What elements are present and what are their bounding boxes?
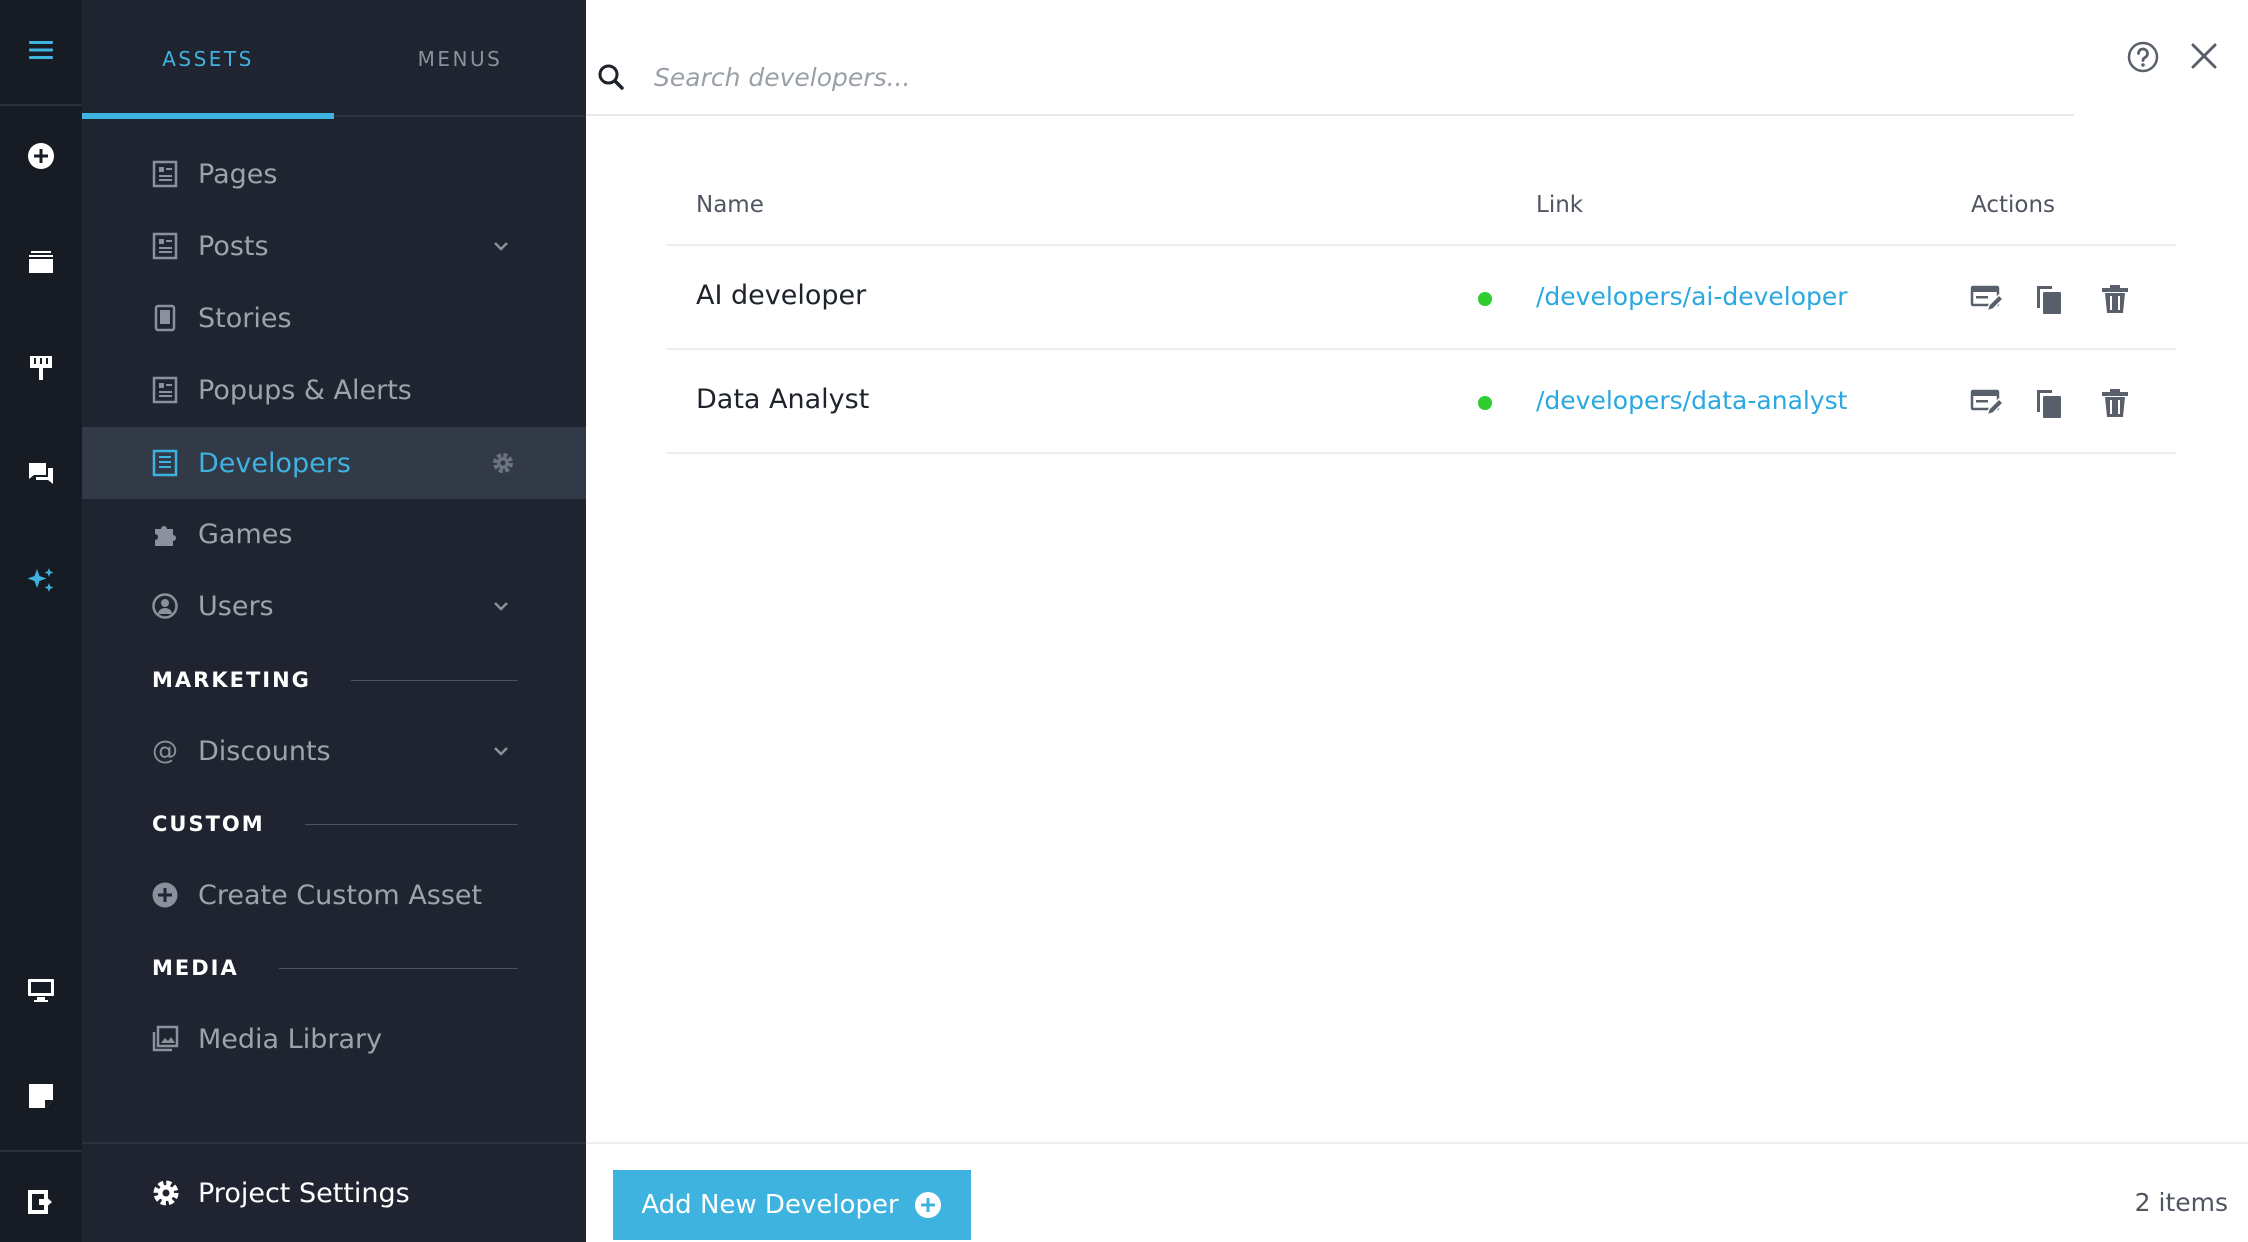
item-count: 2 items	[2134, 1188, 2228, 1217]
sidebar-item-pages[interactable]: Pages	[82, 138, 586, 210]
document-icon	[150, 448, 180, 478]
menu-icon[interactable]	[0, 20, 82, 80]
status-dot	[1478, 396, 1492, 410]
sidebar-item-label: Users	[198, 590, 274, 622]
chat-icon[interactable]	[0, 444, 82, 504]
panel-tabs: ASSETS MENUS	[82, 0, 586, 119]
sidebar-item-discounts[interactable]: @ Discounts	[82, 715, 586, 787]
table-row[interactable]: AI developer /developers/ai-developer	[666, 246, 2176, 350]
edit-icon[interactable]	[1969, 282, 2003, 316]
document-icon	[150, 159, 180, 189]
section-marketing: MARKETING	[152, 665, 532, 695]
section-title: MEDIA	[152, 956, 239, 980]
chevron-down-icon[interactable]	[490, 595, 512, 617]
sidebar-item-label: Discounts	[198, 735, 331, 767]
add-circle-icon	[914, 1192, 941, 1218]
section-media: MEDIA	[152, 953, 532, 983]
add-new-developer-button[interactable]: Add New Developer	[613, 1170, 971, 1240]
sidebar-item-stories[interactable]: Stories	[82, 282, 586, 354]
tab-menus[interactable]: MENUS	[334, 0, 586, 117]
section-divider	[278, 967, 518, 969]
section-divider	[350, 679, 518, 681]
sidebar-item-label: Games	[198, 518, 293, 550]
search-icon	[598, 64, 624, 90]
sidebar-item-label: Developers	[198, 447, 351, 479]
sidebar-item-label: Media Library	[198, 1023, 383, 1055]
logout-icon[interactable]	[0, 1172, 82, 1232]
row-link[interactable]: /developers/data-analyst	[1536, 386, 1847, 415]
sidebar-item-label: Stories	[198, 302, 292, 334]
rail-divider	[0, 1150, 82, 1152]
gear-icon	[153, 1180, 179, 1206]
chevron-down-icon[interactable]	[490, 235, 512, 257]
tab-assets[interactable]: ASSETS	[82, 0, 334, 119]
project-settings-label: Project Settings	[198, 1177, 410, 1209]
puzzle-icon	[150, 519, 180, 549]
user-circle-icon	[150, 591, 180, 621]
row-link[interactable]: /developers/ai-developer	[1536, 282, 1848, 311]
paint-roller-icon[interactable]	[0, 338, 82, 398]
add-circle-icon	[150, 880, 180, 910]
status-dot	[1478, 292, 1492, 306]
monitor-icon[interactable]	[0, 960, 82, 1020]
help-icon[interactable]	[2126, 40, 2160, 74]
document-icon	[150, 231, 180, 261]
add-button-label: Add New Developer	[641, 1190, 899, 1220]
icon-rail	[0, 0, 82, 1242]
rail-divider	[0, 104, 82, 106]
main-content: Name Link Actions AI developer /develope…	[586, 0, 2248, 1242]
duplicate-icon[interactable]	[2032, 282, 2066, 316]
table-header: Name Link Actions	[666, 170, 2176, 246]
sidebar-item-label: Create Custom Asset	[198, 879, 483, 911]
svg-text:@: @	[152, 737, 178, 765]
sidebar-item-media-library[interactable]: Media Library	[82, 1003, 586, 1075]
row-name[interactable]: AI developer	[696, 280, 866, 311]
add-circle-icon[interactable]	[0, 126, 82, 186]
at-icon: @	[150, 736, 180, 766]
column-header-actions: Actions	[1971, 192, 2056, 218]
images-icon	[150, 1024, 180, 1054]
section-title: MARKETING	[152, 668, 311, 692]
close-icon[interactable]	[2188, 40, 2220, 72]
row-name[interactable]: Data Analyst	[696, 384, 869, 415]
phone-document-icon	[150, 303, 180, 333]
sidebar-item-create-custom-asset[interactable]: Create Custom Asset	[82, 859, 586, 931]
column-header-name: Name	[696, 192, 764, 218]
sidebar-item-games[interactable]: Games	[82, 498, 586, 570]
search-bar	[586, 40, 2074, 116]
sidebar-item-label: Pages	[198, 158, 278, 190]
trash-icon[interactable]	[2098, 386, 2132, 420]
sidebar-item-users[interactable]: Users	[82, 570, 586, 642]
assets-panel: ASSETS MENUS Pages Posts Stories Popups …	[82, 0, 586, 1242]
section-custom: CUSTOM	[152, 809, 532, 839]
footer-bar: Add New Developer 2 items	[586, 1142, 2248, 1242]
trash-icon[interactable]	[2098, 282, 2132, 316]
developers-table: Name Link Actions AI developer /develope…	[666, 170, 2176, 454]
duplicate-icon[interactable]	[2032, 386, 2066, 420]
search-input[interactable]	[654, 54, 2034, 100]
sidebar-item-label: Posts	[198, 230, 269, 262]
sidebar-item-posts[interactable]: Posts	[82, 210, 586, 282]
chevron-down-icon[interactable]	[490, 740, 512, 762]
sidebar-item-label: Popups & Alerts	[198, 374, 412, 406]
column-header-link: Link	[1536, 192, 1584, 218]
section-divider	[304, 823, 518, 825]
sidebar-item-developers[interactable]: Developers	[82, 427, 586, 499]
sidebar-item-popups-alerts[interactable]: Popups & Alerts	[82, 354, 586, 426]
edit-icon[interactable]	[1969, 386, 2003, 420]
sticky-note-icon[interactable]	[0, 1066, 82, 1126]
layers-icon[interactable]	[0, 232, 82, 292]
sparkle-icon[interactable]	[0, 550, 82, 610]
project-settings-button[interactable]: Project Settings	[82, 1142, 586, 1242]
table-row[interactable]: Data Analyst /developers/data-analyst	[666, 350, 2176, 454]
gear-icon[interactable]	[490, 450, 516, 476]
section-title: CUSTOM	[152, 812, 265, 836]
document-icon	[150, 375, 180, 405]
